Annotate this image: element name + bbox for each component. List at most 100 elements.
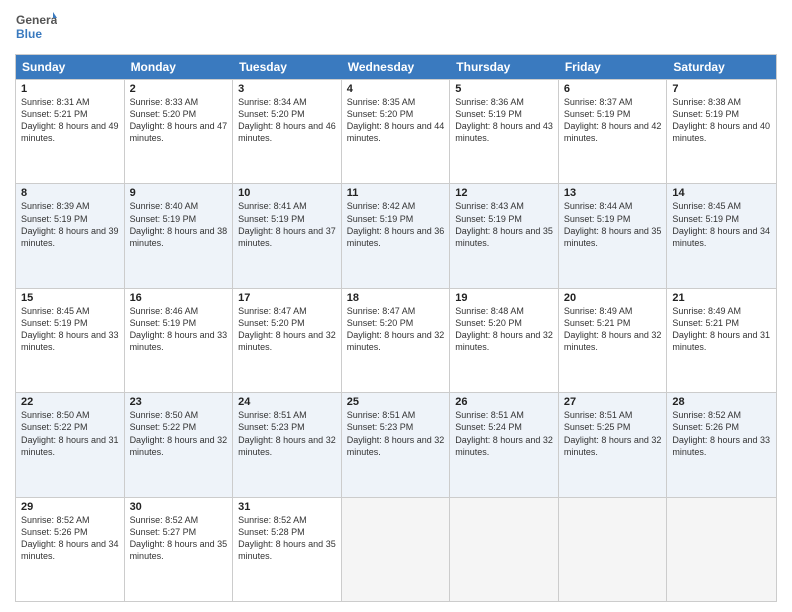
- day-number: 31: [238, 501, 336, 513]
- day-cell-18: 18 Sunrise: 8:47 AM Sunset: 5:20 PM Dayl…: [342, 289, 451, 392]
- day-number: 7: [672, 83, 771, 95]
- day-number: 21: [672, 292, 771, 304]
- empty-cell: [342, 498, 451, 601]
- day-cell-1: 1 Sunrise: 8:31 AM Sunset: 5:21 PM Dayli…: [16, 80, 125, 183]
- day-info: Sunrise: 8:52 AM Sunset: 5:28 PM Dayligh…: [238, 514, 336, 563]
- week-row-2: 8 Sunrise: 8:39 AM Sunset: 5:19 PM Dayli…: [16, 183, 776, 287]
- day-number: 17: [238, 292, 336, 304]
- day-info: Sunrise: 8:31 AM Sunset: 5:21 PM Dayligh…: [21, 96, 119, 145]
- header-monday: Monday: [125, 55, 234, 79]
- day-number: 12: [455, 187, 553, 199]
- day-number: 3: [238, 83, 336, 95]
- day-cell-27: 27 Sunrise: 8:51 AM Sunset: 5:25 PM Dayl…: [559, 393, 668, 496]
- day-number: 22: [21, 396, 119, 408]
- day-cell-25: 25 Sunrise: 8:51 AM Sunset: 5:23 PM Dayl…: [342, 393, 451, 496]
- day-cell-20: 20 Sunrise: 8:49 AM Sunset: 5:21 PM Dayl…: [559, 289, 668, 392]
- day-number: 14: [672, 187, 771, 199]
- day-number: 20: [564, 292, 662, 304]
- day-info: Sunrise: 8:51 AM Sunset: 5:23 PM Dayligh…: [347, 409, 445, 458]
- week-row-3: 15 Sunrise: 8:45 AM Sunset: 5:19 PM Dayl…: [16, 288, 776, 392]
- day-cell-28: 28 Sunrise: 8:52 AM Sunset: 5:26 PM Dayl…: [667, 393, 776, 496]
- day-info: Sunrise: 8:41 AM Sunset: 5:19 PM Dayligh…: [238, 200, 336, 249]
- day-info: Sunrise: 8:42 AM Sunset: 5:19 PM Dayligh…: [347, 200, 445, 249]
- day-number: 6: [564, 83, 662, 95]
- day-info: Sunrise: 8:51 AM Sunset: 5:23 PM Dayligh…: [238, 409, 336, 458]
- day-cell-13: 13 Sunrise: 8:44 AM Sunset: 5:19 PM Dayl…: [559, 184, 668, 287]
- day-info: Sunrise: 8:38 AM Sunset: 5:19 PM Dayligh…: [672, 96, 771, 145]
- day-info: Sunrise: 8:40 AM Sunset: 5:19 PM Dayligh…: [130, 200, 228, 249]
- day-number: 2: [130, 83, 228, 95]
- calendar-header: SundayMondayTuesdayWednesdayThursdayFrid…: [16, 55, 776, 79]
- day-cell-29: 29 Sunrise: 8:52 AM Sunset: 5:26 PM Dayl…: [16, 498, 125, 601]
- day-number: 27: [564, 396, 662, 408]
- day-cell-11: 11 Sunrise: 8:42 AM Sunset: 5:19 PM Dayl…: [342, 184, 451, 287]
- day-number: 15: [21, 292, 119, 304]
- day-number: 1: [21, 83, 119, 95]
- header-friday: Friday: [559, 55, 668, 79]
- day-number: 18: [347, 292, 445, 304]
- day-info: Sunrise: 8:43 AM Sunset: 5:19 PM Dayligh…: [455, 200, 553, 249]
- day-cell-24: 24 Sunrise: 8:51 AM Sunset: 5:23 PM Dayl…: [233, 393, 342, 496]
- day-info: Sunrise: 8:35 AM Sunset: 5:20 PM Dayligh…: [347, 96, 445, 145]
- day-number: 4: [347, 83, 445, 95]
- day-number: 11: [347, 187, 445, 199]
- day-cell-12: 12 Sunrise: 8:43 AM Sunset: 5:19 PM Dayl…: [450, 184, 559, 287]
- day-cell-9: 9 Sunrise: 8:40 AM Sunset: 5:19 PM Dayli…: [125, 184, 234, 287]
- day-cell-2: 2 Sunrise: 8:33 AM Sunset: 5:20 PM Dayli…: [125, 80, 234, 183]
- header-wednesday: Wednesday: [342, 55, 451, 79]
- day-info: Sunrise: 8:36 AM Sunset: 5:19 PM Dayligh…: [455, 96, 553, 145]
- header-tuesday: Tuesday: [233, 55, 342, 79]
- day-info: Sunrise: 8:46 AM Sunset: 5:19 PM Dayligh…: [130, 305, 228, 354]
- day-number: 10: [238, 187, 336, 199]
- day-info: Sunrise: 8:49 AM Sunset: 5:21 PM Dayligh…: [672, 305, 771, 354]
- day-cell-21: 21 Sunrise: 8:49 AM Sunset: 5:21 PM Dayl…: [667, 289, 776, 392]
- day-info: Sunrise: 8:49 AM Sunset: 5:21 PM Dayligh…: [564, 305, 662, 354]
- day-cell-17: 17 Sunrise: 8:47 AM Sunset: 5:20 PM Dayl…: [233, 289, 342, 392]
- day-info: Sunrise: 8:52 AM Sunset: 5:27 PM Dayligh…: [130, 514, 228, 563]
- day-info: Sunrise: 8:50 AM Sunset: 5:22 PM Dayligh…: [21, 409, 119, 458]
- logo-svg: General Blue: [15, 10, 57, 46]
- day-info: Sunrise: 8:52 AM Sunset: 5:26 PM Dayligh…: [21, 514, 119, 563]
- day-info: Sunrise: 8:48 AM Sunset: 5:20 PM Dayligh…: [455, 305, 553, 354]
- day-cell-5: 5 Sunrise: 8:36 AM Sunset: 5:19 PM Dayli…: [450, 80, 559, 183]
- day-number: 28: [672, 396, 771, 408]
- calendar: SundayMondayTuesdayWednesdayThursdayFrid…: [15, 54, 777, 602]
- day-number: 8: [21, 187, 119, 199]
- day-number: 9: [130, 187, 228, 199]
- day-cell-31: 31 Sunrise: 8:52 AM Sunset: 5:28 PM Dayl…: [233, 498, 342, 601]
- day-info: Sunrise: 8:51 AM Sunset: 5:24 PM Dayligh…: [455, 409, 553, 458]
- day-number: 19: [455, 292, 553, 304]
- header-sunday: Sunday: [16, 55, 125, 79]
- day-cell-14: 14 Sunrise: 8:45 AM Sunset: 5:19 PM Dayl…: [667, 184, 776, 287]
- day-number: 16: [130, 292, 228, 304]
- day-info: Sunrise: 8:52 AM Sunset: 5:26 PM Dayligh…: [672, 409, 771, 458]
- calendar-body: 1 Sunrise: 8:31 AM Sunset: 5:21 PM Dayli…: [16, 79, 776, 601]
- header-saturday: Saturday: [667, 55, 776, 79]
- day-cell-26: 26 Sunrise: 8:51 AM Sunset: 5:24 PM Dayl…: [450, 393, 559, 496]
- day-number: 30: [130, 501, 228, 513]
- day-cell-8: 8 Sunrise: 8:39 AM Sunset: 5:19 PM Dayli…: [16, 184, 125, 287]
- day-number: 29: [21, 501, 119, 513]
- day-info: Sunrise: 8:44 AM Sunset: 5:19 PM Dayligh…: [564, 200, 662, 249]
- empty-cell: [559, 498, 668, 601]
- day-cell-4: 4 Sunrise: 8:35 AM Sunset: 5:20 PM Dayli…: [342, 80, 451, 183]
- header-thursday: Thursday: [450, 55, 559, 79]
- day-number: 13: [564, 187, 662, 199]
- day-cell-15: 15 Sunrise: 8:45 AM Sunset: 5:19 PM Dayl…: [16, 289, 125, 392]
- day-cell-3: 3 Sunrise: 8:34 AM Sunset: 5:20 PM Dayli…: [233, 80, 342, 183]
- day-number: 26: [455, 396, 553, 408]
- day-info: Sunrise: 8:51 AM Sunset: 5:25 PM Dayligh…: [564, 409, 662, 458]
- day-cell-7: 7 Sunrise: 8:38 AM Sunset: 5:19 PM Dayli…: [667, 80, 776, 183]
- day-info: Sunrise: 8:47 AM Sunset: 5:20 PM Dayligh…: [347, 305, 445, 354]
- day-cell-30: 30 Sunrise: 8:52 AM Sunset: 5:27 PM Dayl…: [125, 498, 234, 601]
- day-number: 25: [347, 396, 445, 408]
- page: General Blue SundayMondayTuesdayWednesda…: [0, 0, 792, 612]
- day-cell-23: 23 Sunrise: 8:50 AM Sunset: 5:22 PM Dayl…: [125, 393, 234, 496]
- day-info: Sunrise: 8:37 AM Sunset: 5:19 PM Dayligh…: [564, 96, 662, 145]
- day-cell-22: 22 Sunrise: 8:50 AM Sunset: 5:22 PM Dayl…: [16, 393, 125, 496]
- day-cell-19: 19 Sunrise: 8:48 AM Sunset: 5:20 PM Dayl…: [450, 289, 559, 392]
- day-info: Sunrise: 8:47 AM Sunset: 5:20 PM Dayligh…: [238, 305, 336, 354]
- logo: General Blue: [15, 10, 57, 46]
- week-row-5: 29 Sunrise: 8:52 AM Sunset: 5:26 PM Dayl…: [16, 497, 776, 601]
- empty-cell: [450, 498, 559, 601]
